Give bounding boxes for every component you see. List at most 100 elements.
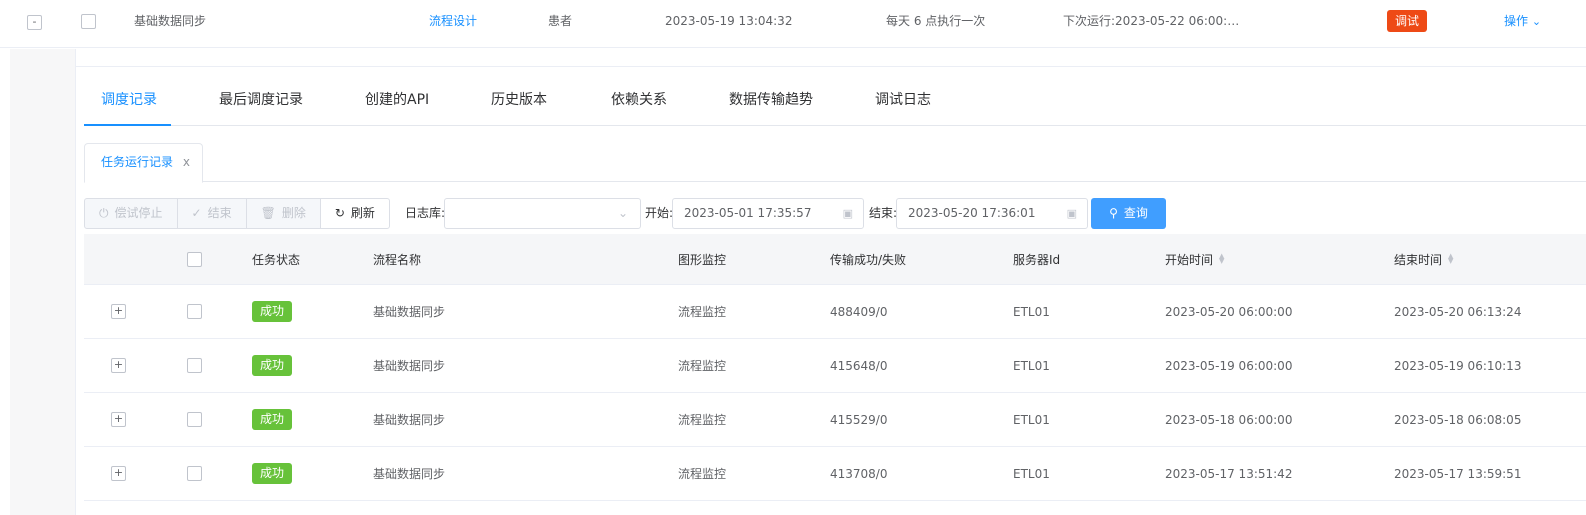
server-id: ETL01 <box>1013 358 1050 373</box>
refresh-label: 刷新 <box>350 206 375 220</box>
flow-design-link[interactable]: 流程设计 <box>429 0 477 48</box>
flow-name: 基础数据同步 <box>373 305 446 319</box>
tab-debug-log[interactable]: 调试日志 <box>875 67 931 126</box>
delete-label: 删除 <box>281 206 306 220</box>
end-label: 结束: <box>869 206 898 220</box>
header-status: 任务状态 <box>252 252 301 267</box>
row-checkbox[interactable] <box>187 285 202 338</box>
table-header: 任务状态 流程名称 图形监控 传输成功/失败 服务器Id 开始时间 ▲ ▼ 结束时… <box>84 234 1586 285</box>
start-date-input[interactable]: 2023-05-01 17:35:57 ▣ <box>672 198 864 229</box>
expand-row-button[interactable]: + <box>111 339 126 392</box>
status-badge: 成功 <box>252 339 293 392</box>
collapse-row-button[interactable]: - <box>27 0 42 48</box>
transfer-count: 415648/0 <box>830 358 888 373</box>
header-end-time[interactable]: 结束时间 ▲ ▼ <box>1394 234 1453 284</box>
expand-row-button[interactable]: + <box>111 447 126 500</box>
finish-button[interactable]: ✓ 结束 <box>176 198 247 229</box>
header-start-time-label: 开始时间 <box>1165 252 1214 267</box>
expand-row-button[interactable]: + <box>111 285 126 338</box>
header-server-id: 服务器Id <box>1013 252 1061 267</box>
start-date-value: 2023-05-01 17:35:57 <box>684 206 812 220</box>
status-badge: 成功 <box>252 285 293 338</box>
flow-name: 基础数据同步 <box>373 467 446 481</box>
refresh-icon: ↻ <box>334 206 345 220</box>
next-run-text: 下次运行:2023-05-22 06:00:… <box>1063 14 1240 28</box>
query-label: 查询 <box>1123 206 1148 220</box>
flow-monitor-link[interactable]: 流程监控 <box>678 447 726 500</box>
header-start-time[interactable]: 开始时间 ▲ ▼ <box>1165 234 1224 284</box>
row-checkbox[interactable] <box>187 393 202 446</box>
power-icon: ⏻ <box>99 206 109 220</box>
query-button[interactable]: ⚲ 查询 <box>1091 198 1166 229</box>
action-button-group: ⏻ 偿试停止 ✓ 结束 🗑 删除 ↻ 刷新 <box>84 198 390 229</box>
server-id: ETL01 <box>1013 304 1050 319</box>
tab-last-schedule-record[interactable]: 最后调度记录 <box>219 67 303 126</box>
flow-name: 基础数据同步 <box>373 413 446 427</box>
table-row: + 成功 基础数据同步 流程监控 488409/0 ETL01 2023-05-… <box>84 285 1586 339</box>
end-time: 2023-05-18 06:08:05 <box>1394 412 1522 427</box>
row-checkbox[interactable] <box>187 339 202 392</box>
action-dropdown[interactable]: 操作 ⌄ <box>1504 0 1541 48</box>
debug-badge[interactable]: 调试 <box>1387 0 1428 48</box>
server-id: ETL01 <box>1013 412 1050 427</box>
schedule-text: 每天 6 点执行一次 <box>886 14 986 28</box>
flow-monitor-link[interactable]: 流程监控 <box>678 285 726 338</box>
flow-monitor-link[interactable]: 流程监控 <box>678 393 726 446</box>
header-graph-monitor: 图形监控 <box>678 252 727 267</box>
expand-gutter <box>10 49 76 515</box>
start-time: 2023-05-17 13:51:42 <box>1165 466 1293 481</box>
calendar-icon: ▣ <box>842 207 853 220</box>
trash-icon: 🗑 <box>260 206 276 220</box>
server-id: ETL01 <box>1013 466 1050 481</box>
transfer-count: 488409/0 <box>830 304 888 319</box>
transfer-count: 413708/0 <box>830 466 888 481</box>
sort-icon[interactable]: ▲ ▼ <box>1448 253 1453 265</box>
try-stop-label: 偿试停止 <box>114 206 163 220</box>
tab-dependencies[interactable]: 依赖关系 <box>611 67 667 126</box>
tab-transfer-trend[interactable]: 数据传输趋势 <box>729 67 813 126</box>
tab-schedule-records[interactable]: 调度记录 <box>101 67 157 126</box>
flow-monitor-link[interactable]: 流程监控 <box>678 339 726 392</box>
action-label[interactable]: 操作 <box>1504 14 1528 28</box>
card-tabs: 任务运行记录 x <box>84 143 1586 183</box>
log-db-label: 日志库: <box>405 206 446 220</box>
end-date-value: 2023-05-20 17:36:01 <box>908 206 1036 220</box>
run-records-table: 任务状态 流程名称 图形监控 传输成功/失败 服务器Id 开始时间 ▲ ▼ 结束时… <box>84 234 1586 515</box>
row-checkbox[interactable] <box>187 447 202 500</box>
start-time: 2023-05-19 06:00:00 <box>1165 358 1293 373</box>
table-row: + 成功 基础数据同步 流程监控 415648/0 ETL01 2023-05-… <box>84 339 1586 393</box>
start-time: 2023-05-20 06:00:00 <box>1165 304 1293 319</box>
finish-label: 结束 <box>207 206 232 220</box>
flow-name: 基础数据同步 <box>134 14 207 28</box>
sort-icon[interactable]: ▲ ▼ <box>1219 253 1224 265</box>
header-end-time-label: 结束时间 <box>1394 252 1443 267</box>
tab-task-run-records[interactable]: 任务运行记录 x <box>84 143 203 183</box>
check-icon: ✓ <box>191 206 202 220</box>
table-row: + 成功 基础数据同步 流程监控 413708/0 ETL01 2023-05-… <box>84 447 1586 501</box>
end-time: 2023-05-20 06:13:24 <box>1394 304 1522 319</box>
try-stop-button[interactable]: ⏻ 偿试停止 <box>84 198 178 229</box>
delete-button[interactable]: 🗑 删除 <box>245 198 321 229</box>
tab-created-api[interactable]: 创建的API <box>365 67 429 126</box>
search-icon: ⚲ <box>1109 206 1118 220</box>
header-flow-name: 流程名称 <box>373 252 422 267</box>
tab-history-versions[interactable]: 历史版本 <box>491 67 547 126</box>
close-icon[interactable]: x <box>183 144 190 180</box>
refresh-button[interactable]: ↻ 刷新 <box>319 198 390 229</box>
transfer-count: 415529/0 <box>830 412 888 427</box>
end-date-input[interactable]: 2023-05-20 17:36:01 ▣ <box>896 198 1088 229</box>
main-tabs: 调度记录 最后调度记录 创建的API 历史版本 依赖关系 数据传输趋势 调试日志 <box>84 67 1586 126</box>
flow-name: 基础数据同步 <box>373 359 446 373</box>
log-db-select[interactable]: ⌄ <box>444 198 641 229</box>
tab-task-run-records-label[interactable]: 任务运行记录 <box>101 155 173 169</box>
table-row: + 成功 基础数据同步 流程监控 415529/0 ETL01 2023-05-… <box>84 393 1586 447</box>
select-all-checkbox[interactable] <box>187 234 202 284</box>
active-tab-indicator <box>84 124 171 126</box>
calendar-icon: ▣ <box>1066 207 1077 220</box>
status-badge: 成功 <box>252 447 293 500</box>
header-transfer: 传输成功/失败 <box>830 252 907 267</box>
expand-row-button[interactable]: + <box>111 393 126 446</box>
chevron-down-icon: ⌄ <box>1531 15 1542 28</box>
filter-toolbar: ⏻ 偿试停止 ✓ 结束 🗑 删除 ↻ 刷新 日志库: ⌄ 开始: 2023-05… <box>84 198 1184 230</box>
row-checkbox[interactable] <box>81 0 96 48</box>
